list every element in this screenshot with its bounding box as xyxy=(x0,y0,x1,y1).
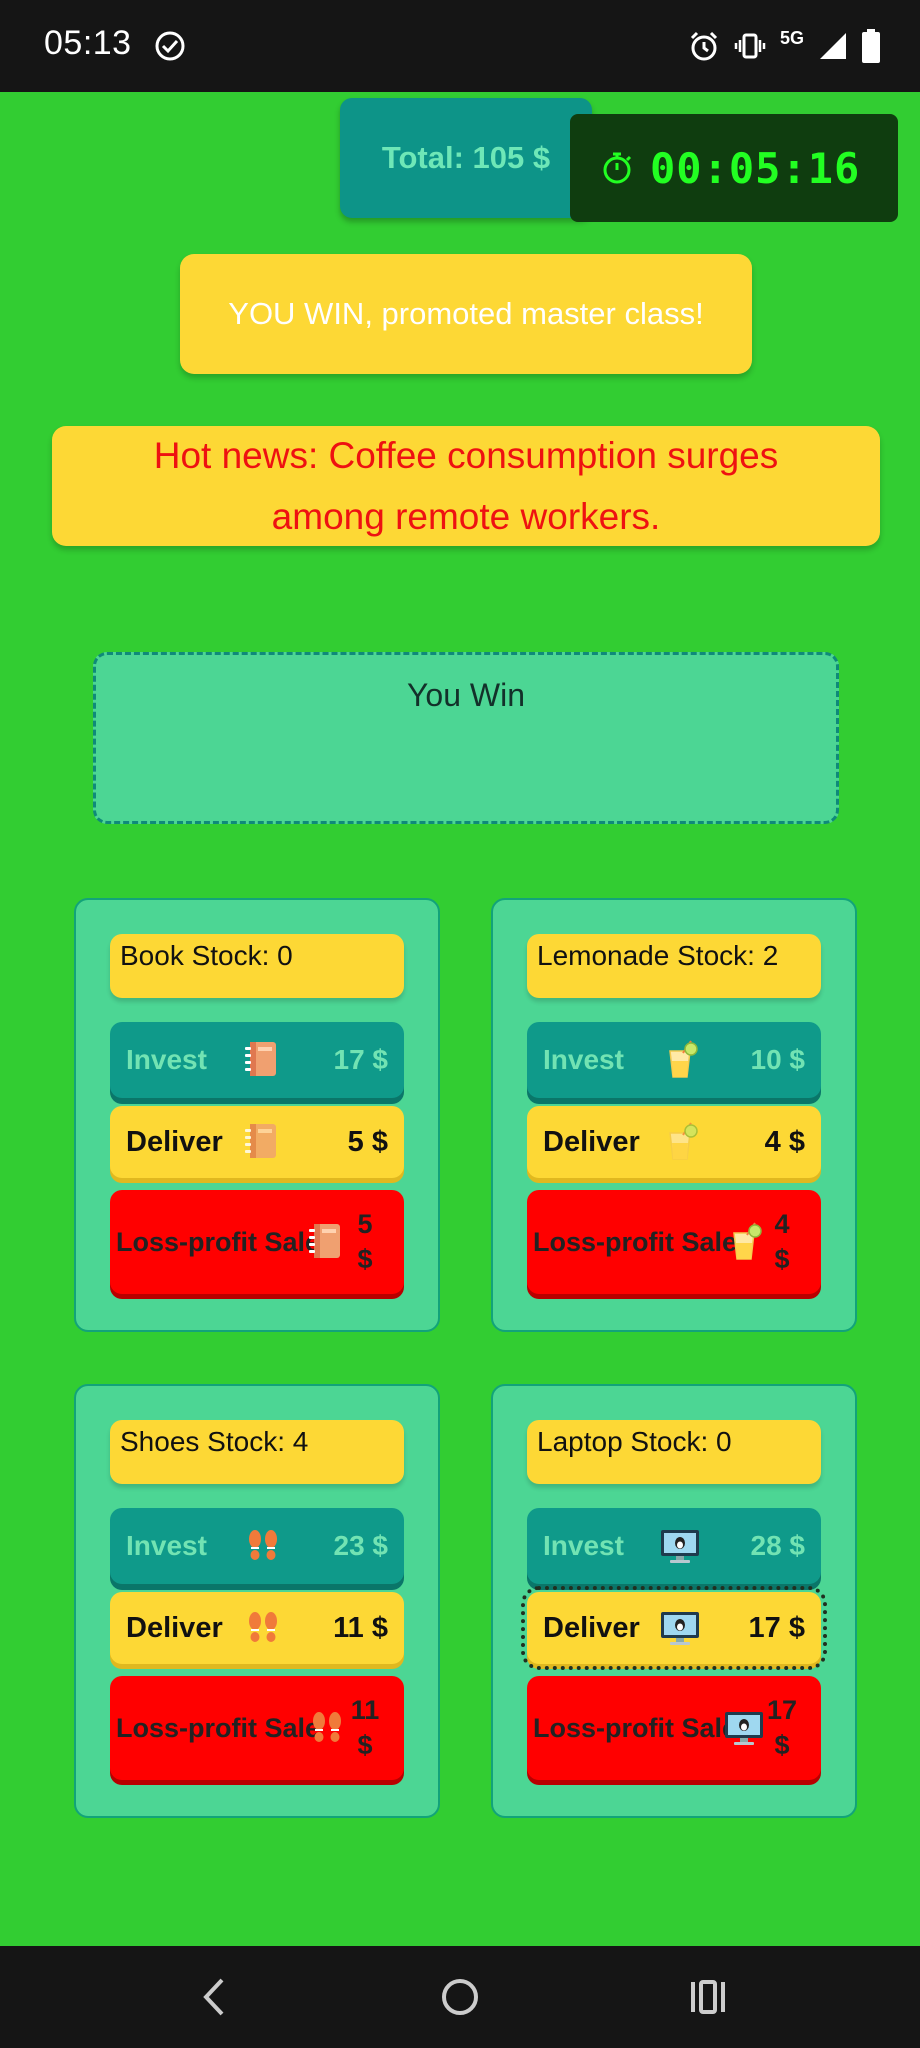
stock-label: Book Stock: 0 xyxy=(110,934,404,998)
sale-amount: 5 $ xyxy=(357,1209,373,1274)
loss-profit-sale-button[interactable]: Loss-profit Sale 4 $ xyxy=(527,1190,821,1294)
deliver-amount: 11 $ xyxy=(333,1611,388,1644)
invest-amount: 10 $ xyxy=(750,1044,806,1075)
lemonade-icon xyxy=(669,1040,698,1078)
invest-amount: 17 $ xyxy=(333,1044,389,1075)
lemonade-icon xyxy=(733,1222,762,1260)
product-card-lemonade: Lemonade Stock: 2 Invest 10 $ Deliver 4 … xyxy=(491,898,857,1332)
book-icon xyxy=(309,1224,340,1258)
book-icon xyxy=(245,1124,276,1158)
deliver-amount: 5 $ xyxy=(347,1125,388,1158)
timer-display: 00:05:16 xyxy=(570,114,898,222)
win-banner-text: YOU WIN, promoted master class! xyxy=(228,296,704,331)
invest-label: Invest xyxy=(126,1044,207,1075)
loss-profit-sale-button[interactable]: Loss-profit Sale 5 $ xyxy=(110,1190,404,1294)
sale-label: Loss-profit Sale xyxy=(532,1226,738,1257)
news-text: Hot news: Coffee consumption surges amon… xyxy=(153,435,779,537)
computer-icon xyxy=(661,1612,699,1645)
result-box: You Win xyxy=(93,652,839,824)
sale-amount: 11 $ xyxy=(350,1695,380,1760)
invest-button[interactable]: Invest 28 $ xyxy=(527,1508,821,1584)
deliver-label: Deliver xyxy=(126,1611,223,1644)
total-display: Total: 105 $ xyxy=(340,98,592,218)
invest-button[interactable]: Invest 23 $ xyxy=(110,1508,404,1584)
stock-label: Laptop Stock: 0 xyxy=(527,1420,821,1484)
loss-profit-sale-button[interactable]: Loss-profit Sale 17 $ xyxy=(527,1676,821,1780)
vibrate-icon xyxy=(734,33,766,59)
invest-label: Invest xyxy=(126,1530,207,1561)
product-card-book: Book Stock: 0 Invest 17 $ Deliver 5 $ Lo… xyxy=(74,898,440,1332)
timer-text: 00:05:16 xyxy=(650,143,861,193)
invest-amount: 23 $ xyxy=(333,1530,389,1561)
recents-icon[interactable] xyxy=(688,1976,728,2018)
sale-label: Loss-profit Sale xyxy=(115,1712,321,1743)
home-icon[interactable] xyxy=(440,1976,480,2018)
battery-icon xyxy=(862,29,880,63)
product-card-shoes: Shoes Stock: 4 Invest 23 $ Deliver 11 $ … xyxy=(74,1384,440,1818)
footprints-icon xyxy=(249,1530,277,1560)
stock-label: Lemonade Stock: 2 xyxy=(527,934,821,998)
deliver-button[interactable]: Deliver 4 $ xyxy=(527,1106,821,1178)
computer-icon xyxy=(661,1530,699,1563)
deliver-label: Deliver xyxy=(543,1611,640,1644)
sale-amount: 4 $ xyxy=(774,1209,790,1274)
sale-amount: 17 $ xyxy=(767,1695,798,1760)
deliver-button[interactable]: Deliver 5 $ xyxy=(110,1106,404,1178)
network-label: 5G xyxy=(779,28,804,48)
footprints-icon xyxy=(249,1612,277,1642)
signal-icon xyxy=(820,33,846,59)
lemonade-icon xyxy=(669,1122,698,1160)
loss-profit-sale-button[interactable]: Loss-profit Sale 11 $ xyxy=(110,1676,404,1780)
navigation-bar xyxy=(0,1946,920,2048)
status-bar: 05:13 5G xyxy=(0,0,920,92)
sale-label: Loss-profit Sale xyxy=(115,1226,321,1257)
deliver-label: Deliver xyxy=(126,1125,223,1158)
game-area: Total: 105 $ 00:05:16 YOU WIN, promoted … xyxy=(0,92,920,1946)
deliver-button[interactable]: Deliver 11 $ xyxy=(110,1592,404,1664)
check-circle-icon xyxy=(155,31,185,61)
deliver-amount: 17 $ xyxy=(748,1611,805,1644)
invest-label: Invest xyxy=(543,1530,624,1561)
stopwatch-icon xyxy=(603,152,632,184)
invest-button[interactable]: Invest 10 $ xyxy=(527,1022,821,1098)
computer-icon xyxy=(725,1712,763,1745)
deliver-amount: 4 $ xyxy=(764,1125,805,1158)
footprints-icon xyxy=(313,1712,341,1742)
total-text: Total: 105 $ xyxy=(381,140,551,175)
win-banner: YOU WIN, promoted master class! xyxy=(180,254,752,374)
stock-label: Shoes Stock: 4 xyxy=(110,1420,404,1484)
deliver-label: Deliver xyxy=(543,1125,640,1158)
back-icon[interactable] xyxy=(194,1976,234,2018)
product-card-laptop: Laptop Stock: 0 Invest 28 $ Deliver 17 $… xyxy=(491,1384,857,1818)
status-time: 05:13 xyxy=(44,24,132,62)
book-icon xyxy=(245,1042,276,1076)
result-text: You Win xyxy=(407,677,525,713)
deliver-button[interactable]: Deliver 17 $ xyxy=(521,1586,827,1670)
sale-label: Loss-profit Sale xyxy=(532,1712,738,1743)
invest-amount: 28 $ xyxy=(750,1530,806,1561)
news-banner: Hot news: Coffee consumption surges amon… xyxy=(52,426,880,546)
invest-label: Invest xyxy=(543,1044,624,1075)
invest-button[interactable]: Invest 17 $ xyxy=(110,1022,404,1098)
alarm-icon xyxy=(690,31,718,61)
